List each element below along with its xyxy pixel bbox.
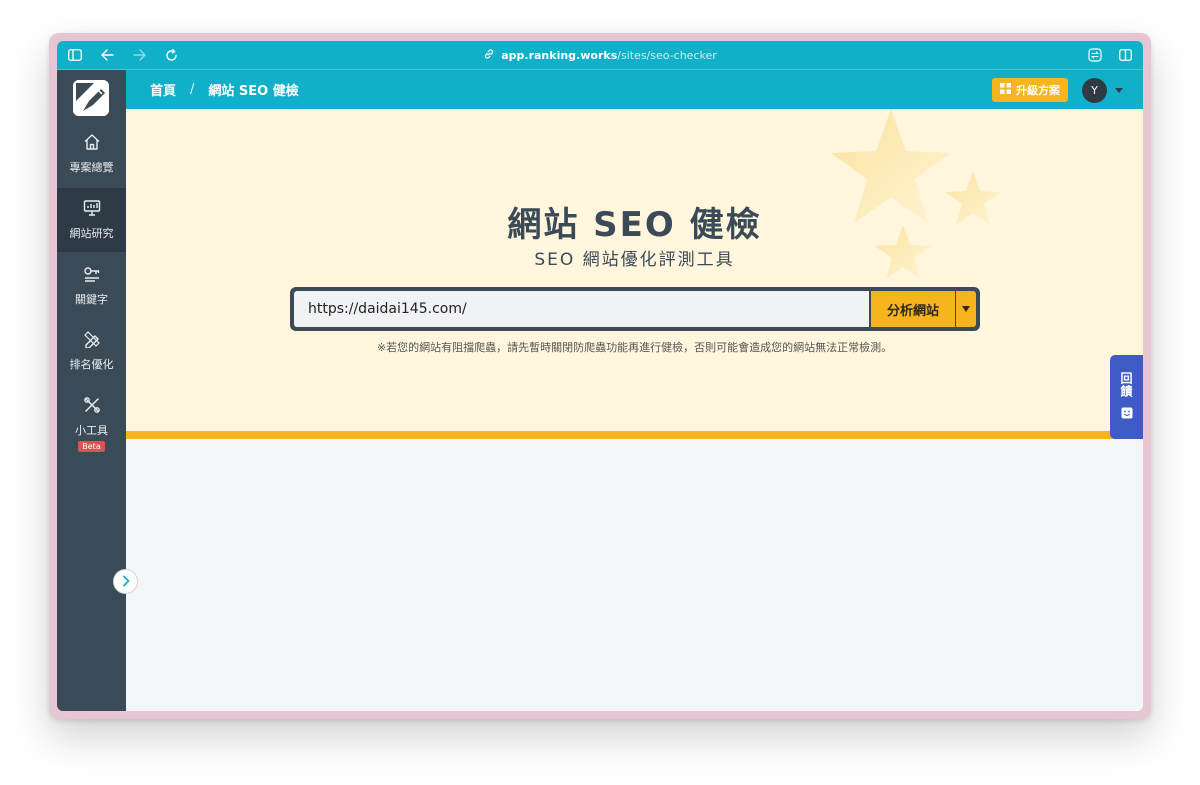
sidebar-item-overview[interactable]: 專案總覽 <box>57 122 126 186</box>
app-header: 首頁 / 網站 SEO 健檢 升級方案 Y <box>126 70 1143 109</box>
hero-section: 網站 SEO 健檢 SEO 網站優化評測工具 分析網站 ※若您的網站有阻擋爬蟲，… <box>126 109 1143 431</box>
back-arrow-icon[interactable] <box>99 47 115 63</box>
app-logo[interactable] <box>73 80 109 116</box>
feedback-label: 回饋 <box>1119 371 1133 398</box>
translate-icon[interactable] <box>1087 47 1103 63</box>
forward-arrow-icon[interactable] <box>131 47 147 63</box>
breadcrumb: 首頁 / 網站 SEO 健檢 <box>150 70 299 109</box>
home-icon <box>83 133 101 154</box>
reload-icon[interactable] <box>163 47 179 63</box>
user-avatar[interactable]: Y <box>1082 78 1107 103</box>
breadcrumb-current-page: 網站 SEO 健檢 <box>208 84 299 99</box>
sidebar-item-label: 專案總覽 <box>69 161 114 174</box>
sidebar-item-label: 網站研究 <box>69 227 114 240</box>
tools-icon <box>83 396 101 417</box>
sidebar-item-label: 排名優化 <box>69 358 114 371</box>
main-content-area <box>126 439 1143 711</box>
url-input[interactable] <box>294 291 869 327</box>
sidebar-item-site-research[interactable]: 網站研究 <box>57 188 126 252</box>
split-view-icon[interactable] <box>1117 47 1133 63</box>
grid-icon <box>1000 83 1011 97</box>
url-path: /sites/seo-checker <box>617 49 717 62</box>
feedback-tab[interactable]: 回饋 <box>1110 355 1143 439</box>
beta-badge: Beta <box>78 441 105 452</box>
pencil-ruler-icon <box>83 330 101 351</box>
chevron-right-icon <box>121 572 131 591</box>
hero-divider <box>126 431 1143 439</box>
page-subtitle: SEO 網站優化評測工具 <box>534 250 735 270</box>
address-bar[interactable]: app.ranking.works/sites/seo-checker <box>57 41 1143 70</box>
browser-content: app.ranking.works/sites/seo-checker 專案總覽… <box>57 41 1143 711</box>
sidebar: 專案總覽 網站研究 關鍵字 排名優化 小工具 Beta <box>57 70 126 711</box>
caret-down-icon[interactable] <box>1115 88 1123 93</box>
url-search-box: 分析網站 <box>290 287 980 331</box>
breadcrumb-separator: / <box>190 82 195 97</box>
page-title: 網站 SEO 健檢 <box>507 205 762 245</box>
monitor-chart-icon <box>83 199 101 220</box>
sidebar-item-tools[interactable]: 小工具 Beta <box>57 388 126 460</box>
sidebar-toggle-icon[interactable] <box>67 47 83 63</box>
key-icon <box>83 265 101 286</box>
browser-window: app.ranking.works/sites/seo-checker 專案總覽… <box>49 33 1151 719</box>
analyze-options-dropdown[interactable] <box>956 291 976 327</box>
sidebar-expand-button[interactable] <box>113 569 138 594</box>
link-icon <box>483 48 495 63</box>
browser-toolbar: app.ranking.works/sites/seo-checker <box>57 41 1143 70</box>
sidebar-item-keywords[interactable]: 關鍵字 <box>57 254 126 318</box>
crawler-hint-text: ※若您的網站有阻擋爬蟲，請先暫時關閉防爬蟲功能再進行健檢，否則可能會造成您的網站… <box>376 341 893 354</box>
upgrade-plan-button[interactable]: 升級方案 <box>992 78 1068 102</box>
smile-icon <box>1121 404 1133 423</box>
sidebar-item-label: 小工具 <box>75 424 108 437</box>
analyze-site-button[interactable]: 分析網站 <box>871 291 955 327</box>
breadcrumb-home-link[interactable]: 首頁 <box>150 80 176 99</box>
upgrade-plan-label: 升級方案 <box>1016 85 1060 97</box>
sidebar-item-ranking[interactable]: 排名優化 <box>57 319 126 383</box>
caret-down-icon <box>962 306 970 312</box>
url-host: app.ranking.works <box>501 49 618 62</box>
sidebar-item-label: 關鍵字 <box>75 293 108 306</box>
